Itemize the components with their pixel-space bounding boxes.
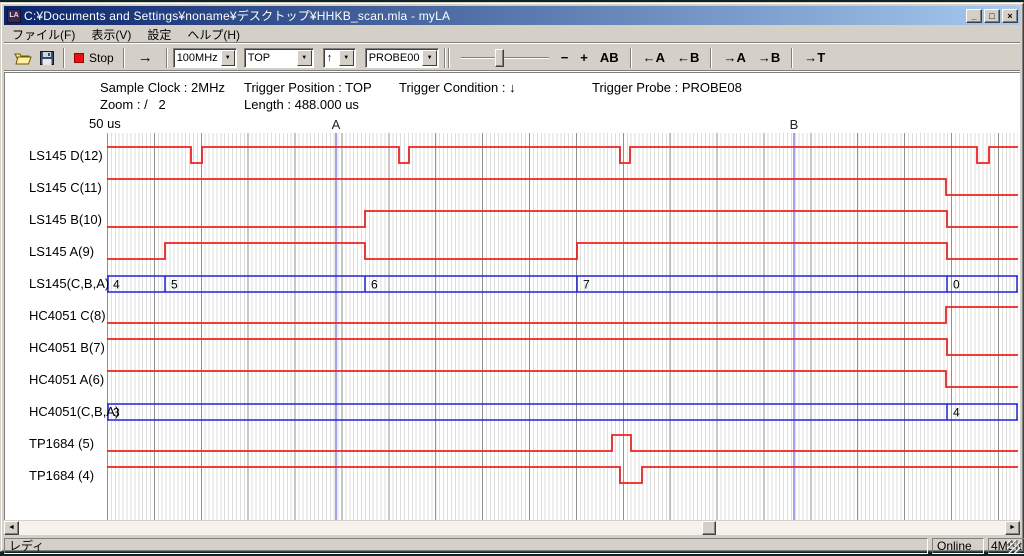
trigger-position-combo[interactable]: TOP ▼ [244,48,314,68]
menu-bar: ファイル(F) 表示(V) 設定 ヘルプ(H) [4,26,1020,43]
status-bar: レディ Online 4MBit [4,537,1020,554]
window-title: C:¥Documents and Settings¥noname¥デスクトップ¥… [24,7,966,24]
menu-help[interactable]: ヘルプ(H) [179,25,248,44]
zoom-ab-button[interactable]: AB [594,47,625,69]
toolbar-separator [791,48,793,68]
channel-label: LS145 A(9) [29,244,94,260]
toolbar-separator [63,48,65,68]
toolbar-separator [444,48,446,68]
app-window: LA C:¥Documents and Settings¥noname¥デスクト… [0,2,1024,552]
scroll-right-icon[interactable]: ► [1005,521,1020,535]
goto-marker-b-button[interactable]: ←B [671,47,705,69]
zoom-slider[interactable] [459,48,551,68]
toolbar-separator [710,48,712,68]
save-floppy-icon [40,51,54,65]
zoom-out-button[interactable]: − [555,47,575,69]
stop-button[interactable]: Stop [70,47,118,69]
channel-label: LS145 C(11) [29,180,102,196]
digital-trace [107,211,1018,227]
bus-value-label: 0 [953,278,960,292]
minimize-button[interactable]: _ [966,9,982,23]
status-online: Online [932,538,984,554]
menu-file[interactable]: ファイル(F) [4,25,83,44]
app-icon[interactable]: LA [7,9,21,23]
toolbar-separator [166,48,168,68]
channel-label: HC4051(C,B,A) [29,404,119,420]
trigger-probe-info: Trigger Probe : PROBE08 [592,80,742,95]
trigger-probe-value: PROBE00 [366,52,423,64]
title-bar[interactable]: LA C:¥Documents and Settings¥noname¥デスクト… [4,6,1020,25]
digital-trace [107,371,1018,387]
zoom-info: Zoom : / 2 [100,97,166,112]
toolbar-separator [630,48,632,68]
digital-trace [107,339,1018,355]
chevron-down-icon[interactable]: ▼ [339,50,354,66]
marker-label-b: B [788,117,800,132]
channel-label: HC4051 C(8) [29,308,106,324]
status-ready: レディ [4,538,928,554]
open-file-button[interactable] [10,47,36,69]
bus-value-label: 4 [113,278,120,292]
bus-value-label: 7 [583,278,590,292]
scroll-left-icon[interactable]: ◄ [4,521,19,535]
digital-trace [107,435,1018,451]
chevron-down-icon[interactable]: ▼ [221,50,235,66]
channel-label: LS145 B(10) [29,212,102,228]
digital-trace [107,179,1018,195]
bus-value-label: 5 [171,278,178,292]
open-folder-icon [14,51,32,65]
scrollbar-thumb[interactable] [702,521,716,535]
zoom-in-button[interactable]: + [574,47,594,69]
chevron-down-icon[interactable]: ▼ [297,50,312,66]
sample-clock-value: 100MHz [174,52,221,64]
stop-label: Stop [89,51,114,65]
resize-grip-icon[interactable] [1007,540,1020,553]
horizontal-scrollbar[interactable]: ◄ ► [4,521,1020,535]
trigger-condition-info: Trigger Condition : ↓ [399,80,516,95]
zoom-slider-thumb[interactable] [495,49,504,67]
close-button[interactable]: × [1002,9,1018,23]
length-info: Length : 488.000 us [244,97,359,112]
maximize-button[interactable]: □ [984,9,1000,23]
digital-trace [107,307,1018,323]
bus-value-label: 6 [371,278,378,292]
goto-marker-a-button[interactable]: ←A [637,47,671,69]
channel-label: TP1684 (5) [29,436,94,452]
digital-trace [107,243,1018,259]
trigger-position-value: TOP [245,52,297,64]
bus-value-label: 4 [953,406,960,420]
time-scale-label: 50 us [89,116,121,131]
digital-trace [107,467,1018,483]
set-marker-b-button[interactable]: →B [752,47,786,69]
waveform-panel[interactable]: 4567034 [107,133,1018,520]
channel-label: HC4051 A(6) [29,372,104,388]
trigger-edge-value: ↑ [324,52,339,64]
trigger-edge-combo[interactable]: ↑ ▼ [323,48,356,68]
goto-trigger-button[interactable]: →T [798,47,831,69]
save-file-button[interactable] [36,47,58,69]
trigger-probe-combo[interactable]: PROBE00 ▼ [365,48,439,68]
stop-icon [74,53,84,63]
digital-trace [107,147,1018,163]
chevron-down-icon[interactable]: ▼ [422,50,436,66]
waveform-svg: 4567034 [107,133,1018,520]
sample-clock-info: Sample Clock : 2MHz [100,80,225,95]
channel-label: TP1684 (4) [29,468,94,484]
menu-settings[interactable]: 設定 [139,25,179,44]
run-button[interactable]: → [130,47,161,69]
marker-label-a: A [330,117,342,132]
toolbar-separator [448,48,450,68]
waveform-client-area: Sample Clock : 2MHz Trigger Position : T… [4,72,1020,520]
channel-label: HC4051 B(7) [29,340,105,356]
toolbar-separator [123,48,125,68]
channel-label: LS145 D(12) [29,148,103,164]
set-marker-a-button[interactable]: →A [717,47,751,69]
toolbar: Stop → 100MHz ▼ TOP ▼ ↑ ▼ PROBE00 ▼ − + … [4,45,1020,71]
channel-label: LS145(C,B,A) [29,276,109,292]
sample-clock-combo[interactable]: 100MHz ▼ [173,48,237,68]
menu-view[interactable]: 表示(V) [83,25,139,44]
zoom-slider-track [461,57,549,59]
trigger-position-info: Trigger Position : TOP [244,80,372,95]
